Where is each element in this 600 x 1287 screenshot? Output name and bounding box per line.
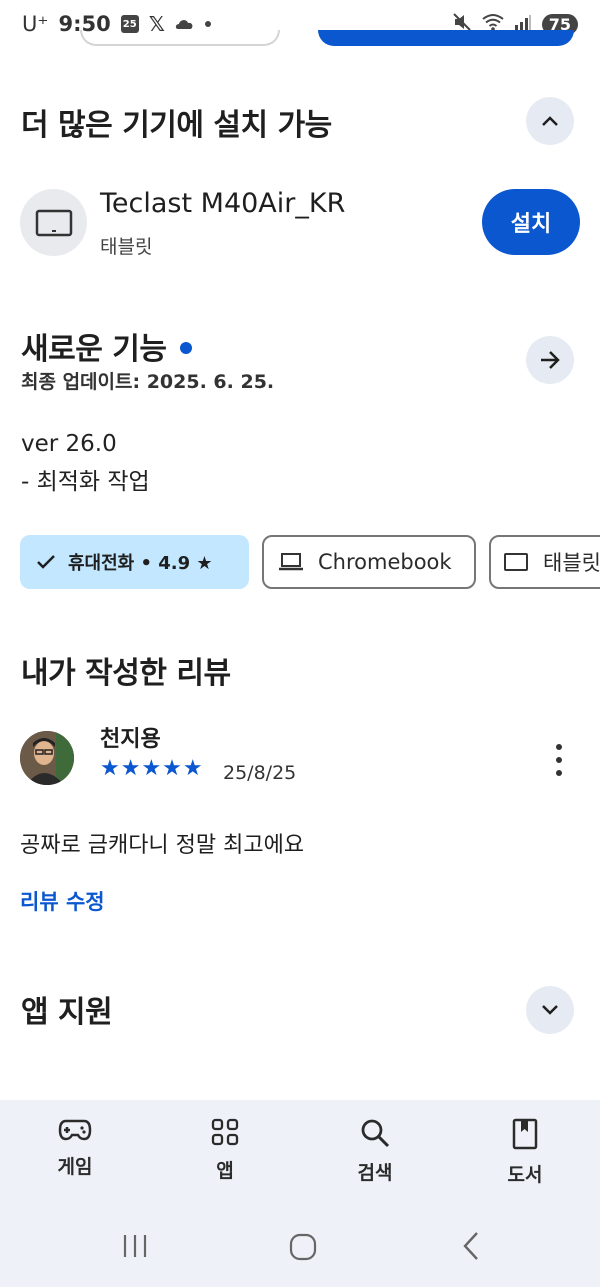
back-icon[interactable]: [460, 1230, 482, 1262]
nav-search[interactable]: 검색: [320, 1118, 430, 1185]
edit-review-link[interactable]: 리뷰 수정: [20, 886, 105, 916]
arrow-right-icon: [541, 351, 560, 369]
more-options-icon[interactable]: [544, 740, 574, 780]
chevron-up-icon: [542, 116, 558, 126]
device-name: Teclast M40Air_KR: [100, 188, 346, 219]
my-review-title: 내가 작성한 리뷰: [21, 656, 231, 691]
system-nav-bar: [0, 1228, 600, 1268]
book-icon: [512, 1118, 538, 1150]
nav-label: 앱: [216, 1160, 234, 1182]
search-icon: [361, 1119, 390, 1148]
status-bar: U⁺ 9:50 25 𝕏 75: [0, 0, 600, 50]
install-more-title: 더 많은 기기에 설치 가능: [21, 108, 332, 143]
review-date: 25/8/25: [223, 762, 297, 784]
tablet-icon: [504, 553, 528, 571]
expand-button[interactable]: [526, 986, 574, 1034]
tablet-icon: [35, 209, 72, 236]
device-type: 태블릿: [100, 236, 153, 258]
whats-new-open-button[interactable]: [526, 336, 574, 384]
partial-button-outline[interactable]: [80, 30, 280, 46]
device-avatar: [20, 189, 87, 256]
laptop-icon: [279, 553, 303, 571]
chip-label: 휴대전화 • 4.9 ★: [68, 553, 213, 574]
whats-new-heading: 새로운 기능: [21, 324, 193, 368]
chip-label: Chromebook: [318, 550, 452, 574]
nav-games[interactable]: 게임: [20, 1118, 130, 1179]
chevron-down-icon: [542, 1005, 558, 1015]
partial-button-filled[interactable]: [318, 30, 574, 46]
avatar[interactable]: [20, 731, 74, 785]
app-support-title: 앱 지원: [21, 995, 113, 1030]
dot-icon: [204, 21, 211, 27]
review-text: 공짜로 금캐다니 정말 최고에요: [20, 833, 305, 858]
nav-label: 게임: [57, 1156, 93, 1178]
collapse-button[interactable]: [526, 97, 574, 145]
gamepad-icon: [58, 1119, 92, 1141]
nav-apps[interactable]: 앱: [170, 1118, 280, 1183]
chip-tablet[interactable]: 태블릿: [489, 535, 600, 589]
chip-phone[interactable]: 휴대전화 • 4.9 ★: [20, 535, 249, 589]
install-button[interactable]: 설치: [482, 189, 580, 255]
nav-label: 검색: [357, 1162, 393, 1184]
nav-books[interactable]: 도서: [470, 1118, 580, 1187]
carrier-label: U⁺: [22, 12, 49, 36]
release-note-line: - 최적화 작업: [21, 469, 150, 495]
chip-label: 태블릿: [543, 551, 600, 575]
reviewer-name: 천지용: [100, 727, 161, 752]
recent-apps-icon[interactable]: [120, 1232, 150, 1260]
release-notes: ver 26.0 - 최적화 작업: [21, 425, 150, 501]
nav-label: 도서: [507, 1164, 543, 1186]
new-indicator-dot: [180, 341, 193, 354]
home-icon[interactable]: [288, 1232, 318, 1262]
whats-new-title: 새로운 기능: [21, 332, 167, 367]
apps-grid-icon: [211, 1118, 239, 1146]
check-icon: [37, 555, 55, 569]
bottom-nav: 게임 앱 검색 도서: [0, 1100, 600, 1287]
chip-chromebook[interactable]: Chromebook: [262, 535, 476, 589]
release-note-line: ver 26.0: [21, 431, 117, 457]
last-updated: 최종 업데이트: 2025. 6. 25.: [21, 371, 275, 393]
star-rating: ★★★★★: [100, 756, 204, 781]
